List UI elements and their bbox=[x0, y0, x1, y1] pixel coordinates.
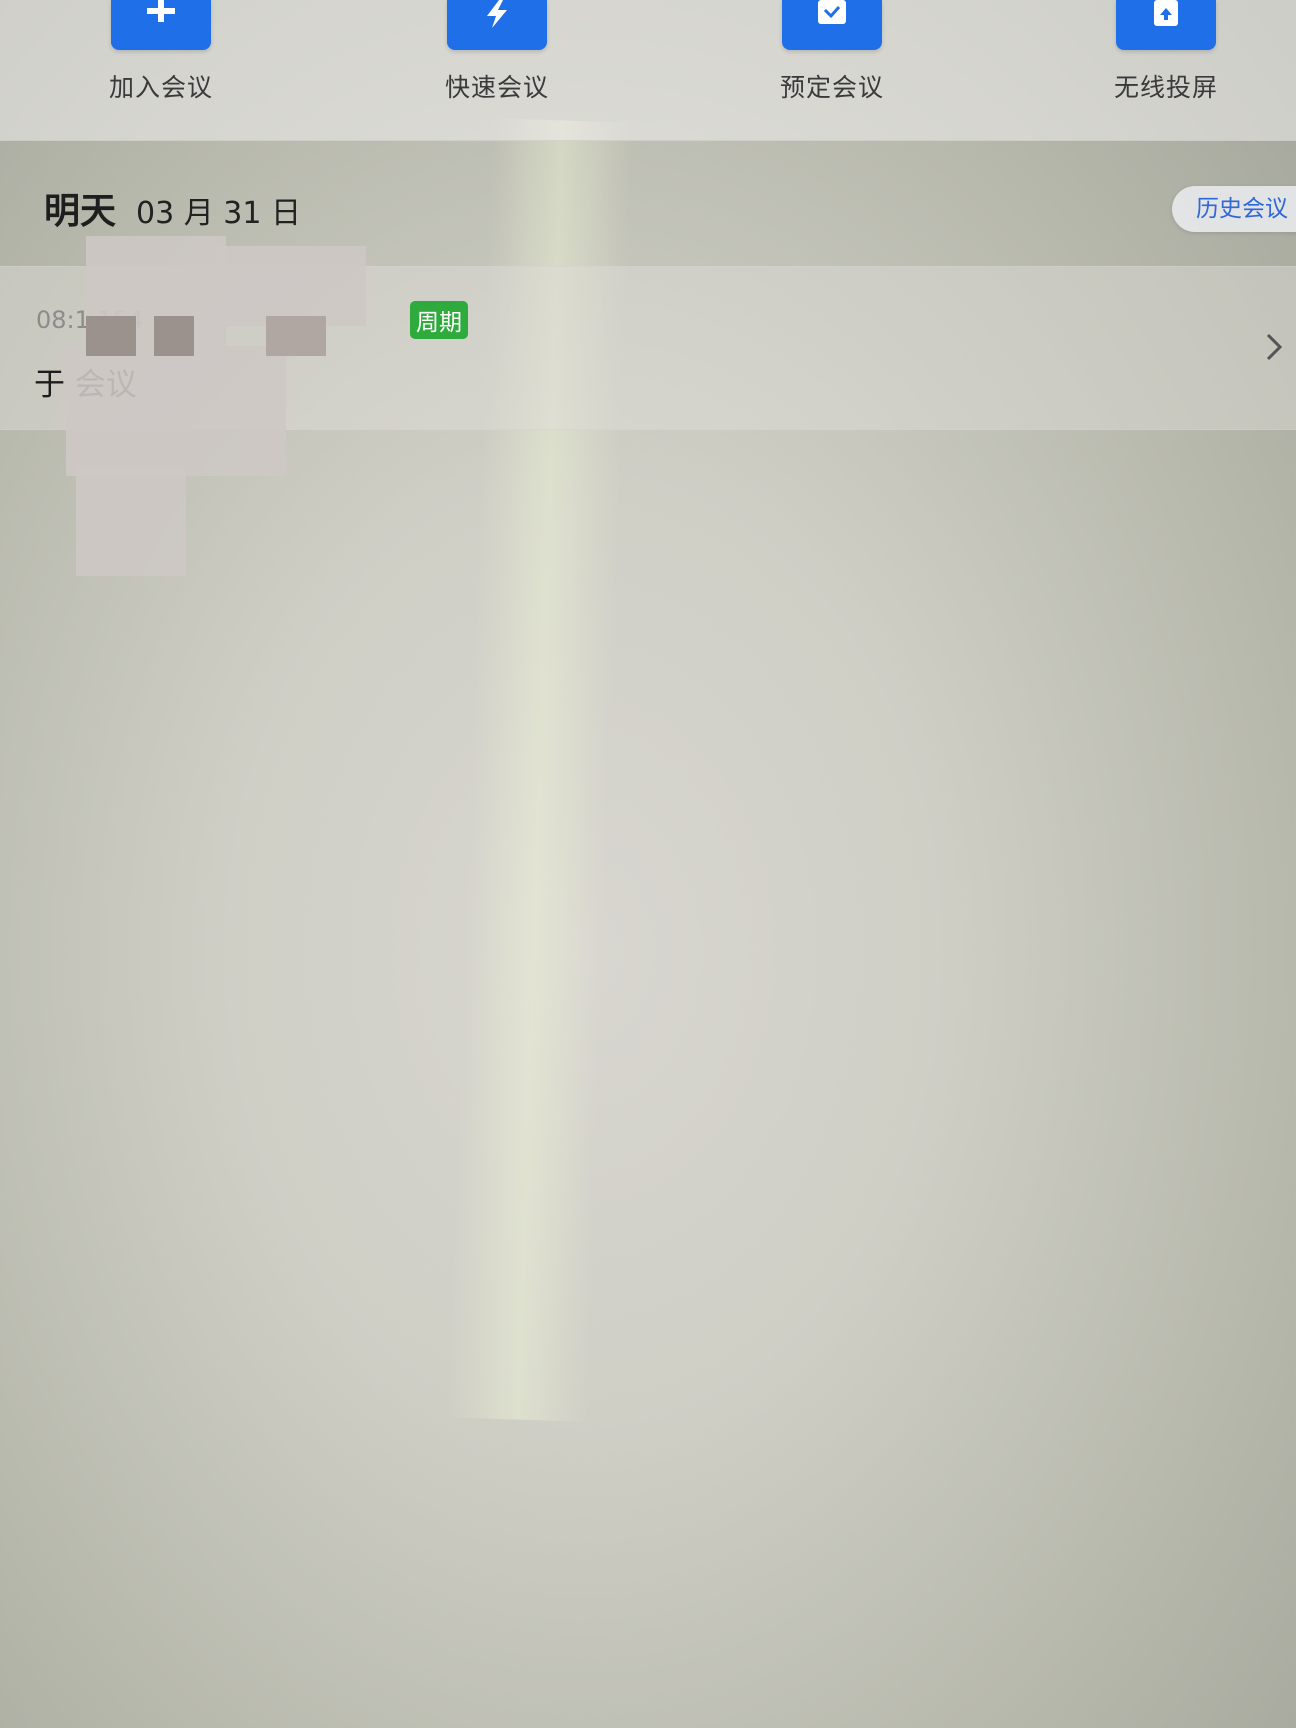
plus-icon bbox=[147, 0, 175, 22]
screen-cast-icon bbox=[1154, 0, 1178, 26]
quick-meeting-button[interactable]: 快速会议 bbox=[397, 0, 597, 104]
quick-meeting-tile bbox=[447, 0, 547, 50]
meeting-meta: 08:1 154 周期 bbox=[36, 301, 468, 339]
join-meeting-button[interactable]: 加入会议 bbox=[61, 0, 261, 104]
wireless-cast-button[interactable]: 无线投屏 bbox=[1066, 0, 1266, 104]
action-bar: 加入会议 快速会议 预定会议 无线投屏 bbox=[0, 0, 1296, 141]
date-value: 03 月 31 日 bbox=[136, 196, 301, 231]
meeting-app: 加入会议 快速会议 预定会议 无线投屏 明天 03 月 31 日 历史会议 08… bbox=[0, 0, 1296, 1728]
wireless-cast-label: 无线投屏 bbox=[1113, 73, 1218, 102]
meeting-list-item[interactable]: 08:1 154 周期 于 会议 bbox=[0, 266, 1296, 430]
lightning-icon bbox=[487, 0, 507, 28]
chevron-right-icon[interactable] bbox=[1260, 331, 1288, 363]
recurring-badge: 周期 bbox=[410, 301, 468, 339]
date-header: 明天 03 月 31 日 bbox=[44, 182, 301, 234]
schedule-meeting-tile bbox=[782, 0, 882, 50]
history-meetings-button[interactable]: 历史会议 bbox=[1172, 186, 1296, 232]
date-day-label: 明天 bbox=[44, 191, 117, 232]
join-meeting-label: 加入会议 bbox=[108, 73, 213, 102]
meeting-time: 08:1 154 bbox=[36, 306, 144, 334]
meeting-title: 于 会议 bbox=[34, 367, 137, 403]
wireless-cast-tile bbox=[1116, 0, 1216, 50]
join-meeting-tile bbox=[111, 0, 211, 50]
calendar-check-icon bbox=[818, 0, 846, 24]
schedule-meeting-label: 预定会议 bbox=[779, 73, 884, 102]
quick-meeting-label: 快速会议 bbox=[444, 73, 549, 102]
schedule-meeting-button[interactable]: 预定会议 bbox=[732, 0, 932, 104]
